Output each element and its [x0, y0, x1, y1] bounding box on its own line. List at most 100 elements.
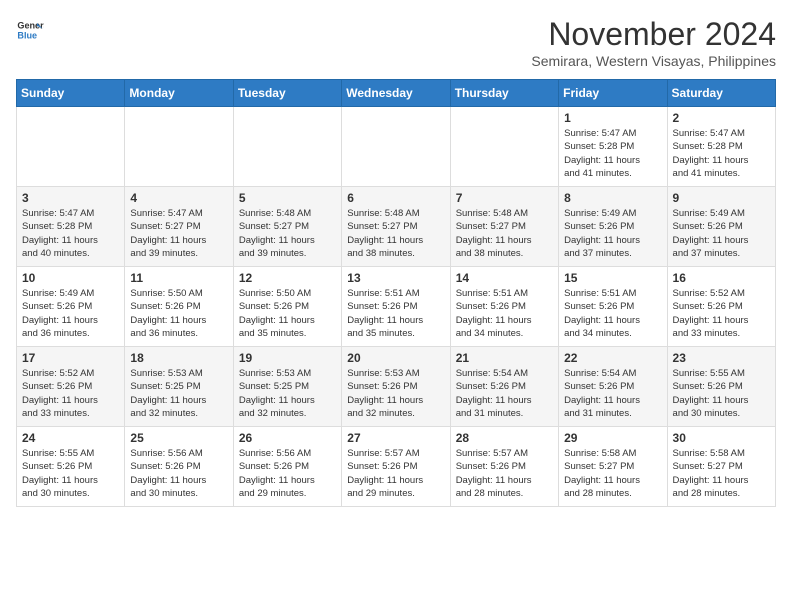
- day-number: 26: [239, 431, 336, 445]
- day-info: Sunrise: 5:56 AM Sunset: 5:26 PM Dayligh…: [239, 447, 336, 500]
- weekday-header-thursday: Thursday: [450, 80, 558, 107]
- day-number: 25: [130, 431, 227, 445]
- day-cell: [17, 107, 125, 187]
- svg-text:Blue: Blue: [17, 30, 37, 40]
- logo-icon: General Blue: [16, 16, 44, 44]
- day-cell: 1 Sunrise: 5:47 AM Sunset: 5:28 PM Daylig…: [559, 107, 667, 187]
- day-cell: 28Sunrise: 5:57 AM Sunset: 5:26 PM Dayli…: [450, 427, 558, 507]
- weekday-header-friday: Friday: [559, 80, 667, 107]
- day-number: 23: [673, 351, 770, 365]
- day-info: Sunrise: 5:58 AM Sunset: 5:27 PM Dayligh…: [564, 447, 661, 500]
- day-info: Sunrise: 5:54 AM Sunset: 5:26 PM Dayligh…: [564, 367, 661, 420]
- day-info: Sunrise: 5:47 AM Sunset: 5:27 PM Dayligh…: [130, 207, 227, 260]
- day-cell: 26 Sunrise: 5:56 AM Sunset: 5:26 PM Dayli…: [233, 427, 341, 507]
- day-number: 24: [22, 431, 119, 445]
- day-number: 20: [347, 351, 444, 365]
- day-cell: 24 Sunrise: 5:55 AM Sunset: 5:26 PM Dayli…: [17, 427, 125, 507]
- day-number: 1: [564, 111, 661, 125]
- month-year: November 2024: [531, 16, 776, 53]
- day-info: Sunrise: 5:51 AM Sunset: 5:26 PM Dayligh…: [456, 287, 553, 340]
- day-cell: 20 Sunrise: 5:53 AM Sunset: 5:26 PM Dayli…: [342, 347, 450, 427]
- day-number: 2: [673, 111, 770, 125]
- calendar-table: SundayMondayTuesdayWednesdayThursdayFrid…: [16, 79, 776, 507]
- day-info: Sunrise: 5:56 AM Sunset: 5:26 PM Dayligh…: [130, 447, 227, 500]
- day-cell: 22Sunrise: 5:54 AM Sunset: 5:26 PM Dayli…: [559, 347, 667, 427]
- day-number: 9: [673, 191, 770, 205]
- day-cell: 11 Sunrise: 5:50 AM Sunset: 5:26 PM Dayli…: [125, 267, 233, 347]
- day-info: Sunrise: 5:50 AM Sunset: 5:26 PM Dayligh…: [239, 287, 336, 340]
- day-info: Sunrise: 5:58 AM Sunset: 5:27 PM Dayligh…: [673, 447, 770, 500]
- day-number: 6: [347, 191, 444, 205]
- week-row-5: 24 Sunrise: 5:55 AM Sunset: 5:26 PM Dayli…: [17, 427, 776, 507]
- week-row-1: 1 Sunrise: 5:47 AM Sunset: 5:28 PM Daylig…: [17, 107, 776, 187]
- svg-text:General: General: [17, 21, 44, 31]
- day-info: Sunrise: 5:53 AM Sunset: 5:26 PM Dayligh…: [347, 367, 444, 420]
- week-row-4: 17 Sunrise: 5:52 AM Sunset: 5:26 PM Dayli…: [17, 347, 776, 427]
- day-info: Sunrise: 5:51 AM Sunset: 5:26 PM Dayligh…: [347, 287, 444, 340]
- day-info: Sunrise: 5:49 AM Sunset: 5:26 PM Dayligh…: [22, 287, 119, 340]
- page-header: General Blue November 2024 Semirara, Wes…: [16, 16, 776, 69]
- weekday-header-tuesday: Tuesday: [233, 80, 341, 107]
- day-info: Sunrise: 5:52 AM Sunset: 5:26 PM Dayligh…: [673, 287, 770, 340]
- day-info: Sunrise: 5:47 AM Sunset: 5:28 PM Dayligh…: [673, 127, 770, 180]
- day-number: 16: [673, 271, 770, 285]
- week-row-2: 3 Sunrise: 5:47 AM Sunset: 5:28 PM Daylig…: [17, 187, 776, 267]
- logo: General Blue: [16, 16, 44, 44]
- day-cell: 16 Sunrise: 5:52 AM Sunset: 5:26 PM Dayli…: [667, 267, 775, 347]
- day-info: Sunrise: 5:55 AM Sunset: 5:26 PM Dayligh…: [22, 447, 119, 500]
- day-number: 18: [130, 351, 227, 365]
- day-cell: 4 Sunrise: 5:47 AM Sunset: 5:27 PM Daylig…: [125, 187, 233, 267]
- day-cell: 12Sunrise: 5:50 AM Sunset: 5:26 PM Dayli…: [233, 267, 341, 347]
- day-info: Sunrise: 5:48 AM Sunset: 5:27 PM Dayligh…: [347, 207, 444, 260]
- day-cell: 6 Sunrise: 5:48 AM Sunset: 5:27 PM Daylig…: [342, 187, 450, 267]
- day-cell: [450, 107, 558, 187]
- day-number: 30: [673, 431, 770, 445]
- day-number: 17: [22, 351, 119, 365]
- day-cell: 13Sunrise: 5:51 AM Sunset: 5:26 PM Dayli…: [342, 267, 450, 347]
- title-block: November 2024 Semirara, Western Visayas,…: [531, 16, 776, 69]
- day-cell: 29 Sunrise: 5:58 AM Sunset: 5:27 PM Dayli…: [559, 427, 667, 507]
- day-number: 29: [564, 431, 661, 445]
- day-cell: [233, 107, 341, 187]
- day-info: Sunrise: 5:55 AM Sunset: 5:26 PM Dayligh…: [673, 367, 770, 420]
- weekday-header-monday: Monday: [125, 80, 233, 107]
- day-cell: 25 Sunrise: 5:56 AM Sunset: 5:26 PM Dayli…: [125, 427, 233, 507]
- day-cell: [342, 107, 450, 187]
- day-cell: 21 Sunrise: 5:54 AM Sunset: 5:26 PM Dayli…: [450, 347, 558, 427]
- day-cell: 18Sunrise: 5:53 AM Sunset: 5:25 PM Dayli…: [125, 347, 233, 427]
- day-number: 8: [564, 191, 661, 205]
- day-info: Sunrise: 5:57 AM Sunset: 5:26 PM Dayligh…: [456, 447, 553, 500]
- day-number: 19: [239, 351, 336, 365]
- day-info: Sunrise: 5:49 AM Sunset: 5:26 PM Dayligh…: [564, 207, 661, 260]
- day-cell: 15Sunrise: 5:51 AM Sunset: 5:26 PM Dayli…: [559, 267, 667, 347]
- day-number: 3: [22, 191, 119, 205]
- day-info: Sunrise: 5:48 AM Sunset: 5:27 PM Dayligh…: [239, 207, 336, 260]
- day-cell: 14 Sunrise: 5:51 AM Sunset: 5:26 PM Dayli…: [450, 267, 558, 347]
- day-cell: 3 Sunrise: 5:47 AM Sunset: 5:28 PM Daylig…: [17, 187, 125, 267]
- day-cell: 5Sunrise: 5:48 AM Sunset: 5:27 PM Daylig…: [233, 187, 341, 267]
- day-cell: 9 Sunrise: 5:49 AM Sunset: 5:26 PM Daylig…: [667, 187, 775, 267]
- day-number: 11: [130, 271, 227, 285]
- weekday-header-wednesday: Wednesday: [342, 80, 450, 107]
- day-cell: 17 Sunrise: 5:52 AM Sunset: 5:26 PM Dayli…: [17, 347, 125, 427]
- weekday-header-sunday: Sunday: [17, 80, 125, 107]
- day-cell: 8 Sunrise: 5:49 AM Sunset: 5:26 PM Daylig…: [559, 187, 667, 267]
- day-info: Sunrise: 5:50 AM Sunset: 5:26 PM Dayligh…: [130, 287, 227, 340]
- week-row-3: 10Sunrise: 5:49 AM Sunset: 5:26 PM Dayli…: [17, 267, 776, 347]
- day-info: Sunrise: 5:49 AM Sunset: 5:26 PM Dayligh…: [673, 207, 770, 260]
- day-number: 4: [130, 191, 227, 205]
- location: Semirara, Western Visayas, Philippines: [531, 53, 776, 69]
- day-info: Sunrise: 5:53 AM Sunset: 5:25 PM Dayligh…: [239, 367, 336, 420]
- day-number: 7: [456, 191, 553, 205]
- day-info: Sunrise: 5:47 AM Sunset: 5:28 PM Dayligh…: [22, 207, 119, 260]
- day-cell: 27Sunrise: 5:57 AM Sunset: 5:26 PM Dayli…: [342, 427, 450, 507]
- day-number: 14: [456, 271, 553, 285]
- day-number: 21: [456, 351, 553, 365]
- day-info: Sunrise: 5:57 AM Sunset: 5:26 PM Dayligh…: [347, 447, 444, 500]
- day-cell: 7Sunrise: 5:48 AM Sunset: 5:27 PM Daylig…: [450, 187, 558, 267]
- day-cell: 19 Sunrise: 5:53 AM Sunset: 5:25 PM Dayli…: [233, 347, 341, 427]
- weekday-header-row: SundayMondayTuesdayWednesdayThursdayFrid…: [17, 80, 776, 107]
- day-info: Sunrise: 5:54 AM Sunset: 5:26 PM Dayligh…: [456, 367, 553, 420]
- day-info: Sunrise: 5:52 AM Sunset: 5:26 PM Dayligh…: [22, 367, 119, 420]
- day-info: Sunrise: 5:47 AM Sunset: 5:28 PM Dayligh…: [564, 127, 661, 180]
